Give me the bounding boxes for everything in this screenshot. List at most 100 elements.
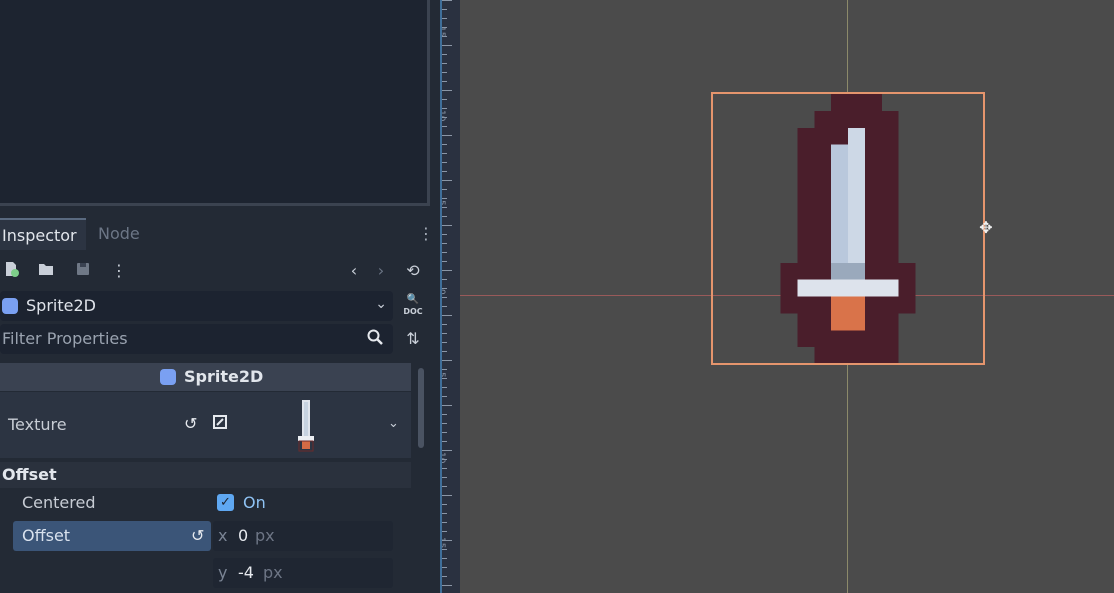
ruler-tick — [442, 414, 447, 415]
ruler-tick — [442, 117, 447, 118]
selection-rect — [711, 92, 985, 365]
canvas-viewport[interactable]: ✥ — [460, 0, 1114, 593]
offset-label: Offset — [22, 526, 71, 545]
ruler-tick — [442, 360, 452, 361]
texture-revert-icon[interactable]: ↺ — [184, 414, 197, 433]
new-resource-icon[interactable] — [0, 260, 22, 282]
class-header-label: Sprite2D — [184, 367, 264, 386]
ruler-tick — [442, 261, 447, 262]
history-icon[interactable]: ⟲ — [402, 260, 424, 282]
filter-placeholder: Filter Properties — [2, 329, 128, 348]
ruler-tick — [442, 387, 447, 388]
save-icon[interactable] — [72, 260, 94, 282]
centered-checkbox[interactable]: ✓ — [217, 494, 234, 511]
ruler-tick — [442, 423, 447, 424]
ruler-tick — [442, 585, 452, 586]
offset-x-axis: x — [218, 526, 228, 545]
ruler-tick — [442, 162, 447, 163]
texture-thumbnail[interactable] — [296, 398, 316, 454]
ruler-tick — [442, 306, 447, 307]
ruler-tick — [442, 144, 447, 145]
offset-group-label: Offset — [2, 465, 57, 484]
docs-icon[interactable]: 🔍 DOC — [400, 294, 426, 320]
ruler-tick — [442, 279, 447, 280]
dock-splitter[interactable] — [0, 206, 440, 218]
offset-group-header[interactable]: Offset — [0, 462, 411, 488]
ruler-tick — [442, 63, 447, 64]
texture-label: Texture — [8, 415, 67, 434]
ruler-tick — [442, 504, 447, 505]
vertical-ruler[interactable]: 15 10 5 0 5 10 15 — [440, 0, 460, 593]
inspector-toolbar: ⋮ ‹ › ⟲ — [0, 254, 435, 288]
ruler-tick — [442, 9, 447, 10]
ruler-tick — [442, 99, 447, 100]
chevron-left-icon[interactable]: ‹ — [343, 260, 365, 282]
chevron-down-icon: ⌄ — [375, 296, 387, 312]
ruler-tick — [442, 27, 447, 28]
inspector-tab-bar: Inspector Node — [0, 218, 435, 250]
ruler-tick — [442, 576, 447, 577]
ruler-tick — [442, 234, 447, 235]
folder-open-icon[interactable] — [35, 260, 57, 282]
ruler-label: 10 — [440, 452, 446, 464]
ruler-tick — [442, 486, 447, 487]
texture-dropdown-icon[interactable]: ⌄ — [388, 416, 399, 431]
ruler-tick — [442, 243, 447, 244]
ruler-tick — [442, 288, 447, 289]
ruler-tick — [442, 225, 452, 226]
texture-property: Texture ↺ ⌄ — [0, 392, 411, 458]
centered-value[interactable]: On — [243, 493, 266, 512]
ruler-tick — [442, 450, 452, 451]
chevron-right-icon[interactable]: › — [370, 260, 392, 282]
ruler-tick — [442, 81, 447, 82]
offset-y-field[interactable]: y -4 px — [213, 558, 393, 588]
inspector-dock: Inspector Node ⋮ ⋮ ‹ › ⟲ Sprite2D ⌄ 🔍 DOC… — [0, 0, 440, 593]
centered-label: Centered — [22, 493, 96, 512]
offset-x-field[interactable]: x 0 px — [213, 521, 393, 551]
tab-menu-icon[interactable]: ⋮ — [418, 224, 434, 244]
offset-y-axis: y — [218, 563, 228, 582]
ruler-tick — [442, 513, 447, 514]
ruler-tick — [442, 297, 447, 298]
ruler-tick — [442, 432, 447, 433]
ruler-tick — [442, 477, 447, 478]
ruler-tick — [442, 531, 447, 532]
ruler-tick — [442, 441, 447, 442]
ruler-tick — [442, 405, 452, 406]
ruler-tick — [442, 126, 447, 127]
ruler-tick — [442, 216, 447, 217]
ruler-tick — [442, 495, 452, 496]
properties-scrollbar[interactable] — [418, 368, 424, 448]
ruler-tick — [442, 153, 447, 154]
ruler-tick — [442, 333, 447, 334]
ruler-tick — [442, 189, 447, 190]
class-section-header[interactable]: Sprite2D — [0, 363, 411, 391]
sprite2d-class-icon — [160, 369, 176, 385]
ruler-tick — [442, 270, 452, 271]
ruler-tick — [442, 378, 447, 379]
search-icon — [367, 328, 383, 350]
offset-x-unit: px — [255, 526, 275, 545]
texture-edit-icon[interactable] — [212, 414, 228, 434]
ruler-tick — [442, 342, 447, 343]
property-options-icon[interactable]: ⇅ — [402, 328, 424, 350]
filter-properties-input[interactable]: Filter Properties — [0, 324, 393, 354]
ruler-tick — [442, 171, 447, 172]
kebab-menu-icon[interactable]: ⋮ — [108, 260, 130, 282]
offset-revert-icon[interactable]: ↺ — [191, 526, 204, 545]
ruler-tick — [442, 468, 447, 469]
ruler-label: 10 — [440, 110, 446, 122]
centered-property: Centered — [0, 488, 411, 518]
ruler-tick — [442, 207, 447, 208]
offset-property: Offset ↺ — [13, 521, 211, 551]
move-cursor-icon[interactable]: ✥ — [976, 218, 996, 238]
ruler-tick — [442, 252, 447, 253]
ruler-tick — [442, 459, 447, 460]
ruler-tick — [442, 315, 452, 316]
node-selector[interactable]: Sprite2D ⌄ — [0, 291, 393, 321]
ruler-tick — [442, 558, 447, 559]
tab-inspector[interactable]: Inspector — [0, 218, 86, 250]
ruler-label: 5 — [442, 200, 446, 220]
ruler-tick — [442, 90, 452, 91]
tab-node[interactable]: Node — [96, 218, 142, 250]
